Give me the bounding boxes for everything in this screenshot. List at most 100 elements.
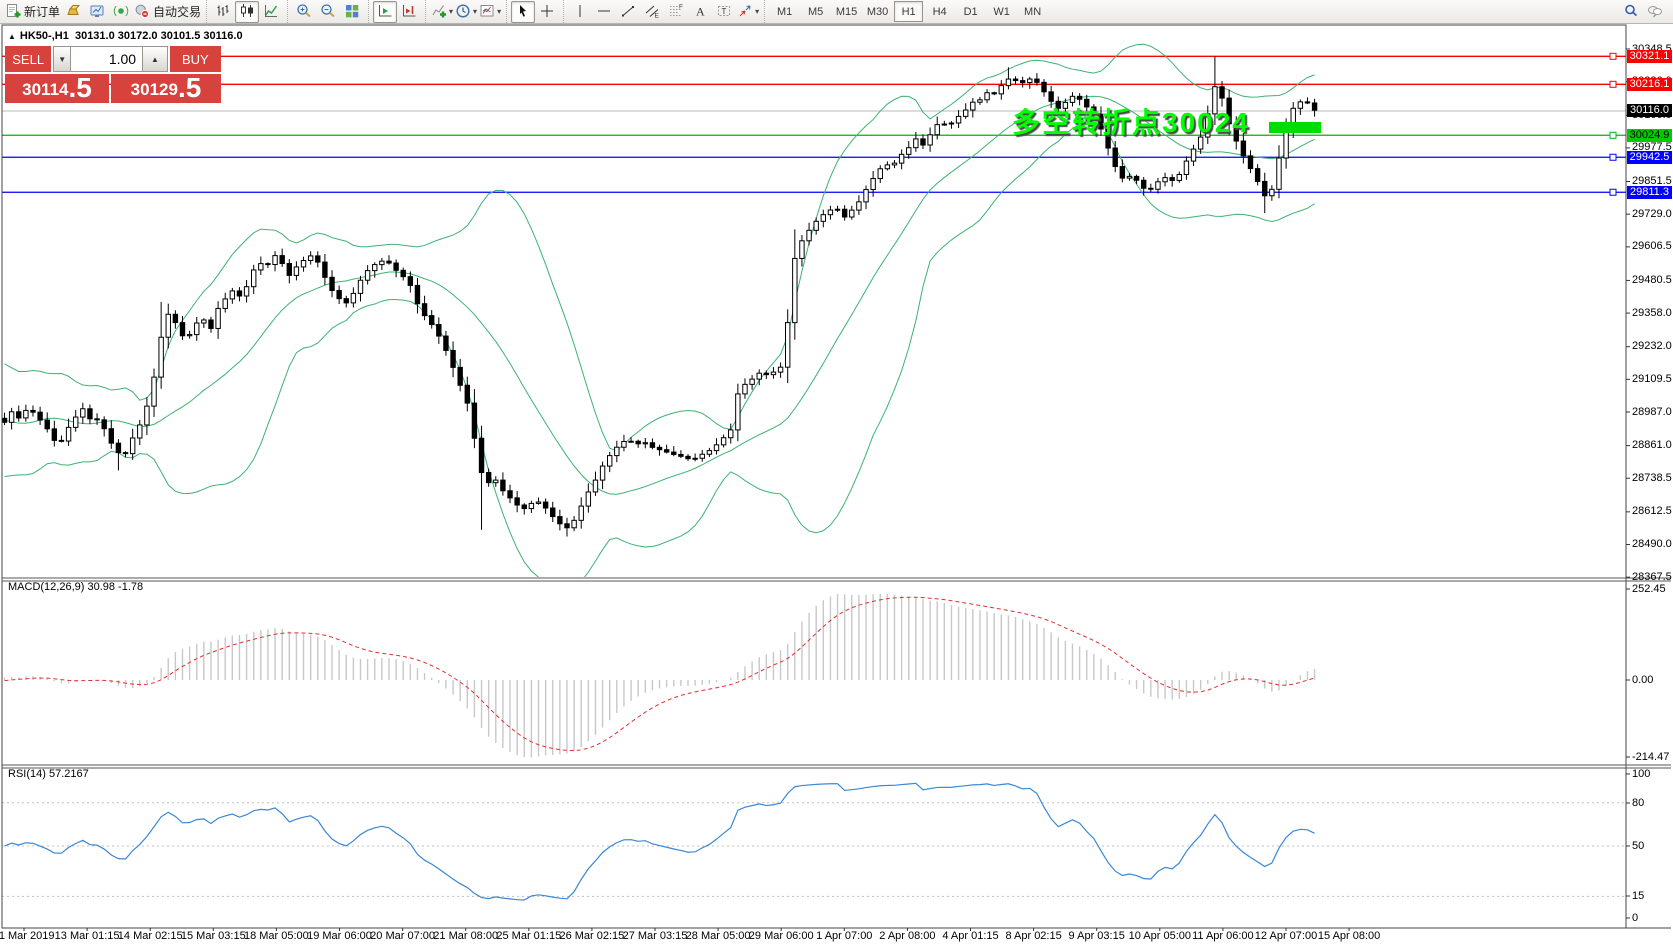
sell-price-button[interactable]: 30114.5	[5, 74, 109, 103]
price-level-badge[interactable]: 30024.9	[1627, 129, 1672, 142]
bars-icon	[215, 3, 231, 21]
chevron-down-icon: ▾	[497, 7, 501, 16]
time-axis-label: 21 Mar 08:00	[433, 930, 498, 942]
toolbar-button-label: 新订单	[24, 3, 60, 20]
timeframe-group: M1M5M15M30H1H4D1W1MN	[764, 0, 1052, 23]
buy-button[interactable]: BUY	[168, 46, 221, 72]
price-axis-tick: 29358.0	[1632, 307, 1672, 319]
fibo-icon: F	[668, 3, 684, 21]
shapes-icon	[737, 3, 753, 21]
toolbar-channel-button[interactable]: E	[640, 1, 664, 23]
toolbar-autotrading-button[interactable]: 自动交易	[133, 1, 202, 23]
time-axis-label: 15 Apr 08:00	[1318, 930, 1380, 942]
chat-icon	[1647, 3, 1663, 21]
toolbar-shapes-button[interactable]: ▾	[736, 1, 760, 23]
chart-canvas[interactable]	[0, 0, 1673, 944]
price-level-badge[interactable]: 30216.1	[1627, 78, 1672, 91]
chevron-down-icon: ▾	[473, 7, 477, 16]
volume-decrease-button[interactable]: ▼	[53, 46, 71, 72]
toolbar-signals-button[interactable]	[109, 1, 133, 23]
timeframe-m30-button[interactable]: M30	[863, 1, 892, 22]
toolbar-new-order-button[interactable]: 新订单	[4, 1, 61, 23]
macd-label: MACD(12,26,9) 30.98 -1.78	[8, 581, 143, 593]
price-axis-tick: 29109.5	[1632, 373, 1672, 385]
toolbar-fibo-button[interactable]: F	[664, 1, 688, 23]
time-axis-label: 18 Mar 05:00	[244, 930, 309, 942]
toolbar-label-button[interactable]: T	[712, 1, 736, 23]
templates-icon	[479, 3, 495, 21]
toolbar-shift-button[interactable]	[397, 1, 421, 23]
cursor-icon	[515, 3, 531, 21]
collapse-panel-icon[interactable]: ▲	[8, 32, 16, 41]
buy-price-frac: .5	[178, 74, 201, 102]
toolbar-zoom-out-button[interactable]	[316, 1, 340, 23]
shift-icon	[401, 3, 417, 21]
signals-icon	[113, 3, 129, 21]
toolbar-hline-button[interactable]	[592, 1, 616, 23]
time-axis-label: 28 Mar 05:00	[686, 930, 751, 942]
channel-icon: E	[644, 3, 660, 21]
timeframe-m15-button[interactable]: M15	[832, 1, 861, 22]
toolbar-autoscroll-button[interactable]	[373, 1, 397, 23]
toolbar-linechart-button[interactable]	[259, 1, 283, 23]
volume-input[interactable]	[71, 46, 143, 72]
toolbar-candles-button[interactable]	[235, 1, 259, 23]
buy-price-button[interactable]: 30129.5	[111, 74, 221, 103]
price-level-badge[interactable]: 30321.1	[1627, 50, 1672, 63]
toolbar-templates-button[interactable]: ▾	[478, 1, 502, 23]
toolbar-zoom-in-button[interactable]	[292, 1, 316, 23]
toolbar-chat-button[interactable]	[1643, 1, 1667, 23]
sell-price-main: 30114	[22, 78, 68, 102]
toolbar-group	[206, 0, 287, 23]
price-level-badge[interactable]: 29942.5	[1627, 151, 1672, 164]
toolbar-indicators-button[interactable]: ▾	[430, 1, 454, 23]
toolbar-tile-button[interactable]	[340, 1, 364, 23]
toolbar: 新订单 自动交易 ▾ ▾ ▾ E FA T ▾ M1M5M15M30H1H4D1W1MN	[0, 0, 1673, 24]
timeframe-m1-button[interactable]: M1	[770, 1, 799, 22]
timeframe-d1-button[interactable]: D1	[956, 1, 985, 22]
toolbar-terminal-button[interactable]	[85, 1, 109, 23]
time-axis-label: 2 Apr 08:00	[879, 930, 935, 942]
crosshair-icon	[539, 3, 555, 21]
symbol-name: HK50-,H1	[20, 30, 69, 42]
buy-price-main: 30129	[131, 78, 178, 102]
toolbar-trendline-button[interactable]	[616, 1, 640, 23]
toolbar-vline-button[interactable]	[568, 1, 592, 23]
price-axis-tick: 29606.5	[1632, 240, 1672, 252]
svg-text:E: E	[655, 12, 660, 19]
toolbar-group: E FA T ▾	[563, 0, 764, 23]
toolbar-text-button[interactable]: A	[688, 1, 712, 23]
toolbar-search-button[interactable]	[1619, 1, 1643, 23]
price-axis-tick: 28367.5	[1632, 571, 1672, 583]
svg-text:T: T	[722, 6, 727, 15]
time-axis-label: 12 Apr 07:00	[1255, 930, 1317, 942]
time-axis-label: 8 Apr 02:15	[1005, 930, 1061, 942]
toolbar-bars-button[interactable]	[211, 1, 235, 23]
toolbar-cursor-button[interactable]	[511, 1, 535, 23]
chevron-down-icon: ▾	[755, 7, 759, 16]
rsi-axis-tick: 0	[1632, 912, 1638, 924]
timeframe-h4-button[interactable]: H4	[925, 1, 954, 22]
price-axis-tick: 28612.5	[1632, 505, 1672, 517]
rsi-label: RSI(14) 57.2167	[8, 768, 89, 780]
macd-axis-tick: 252.45	[1632, 583, 1666, 595]
volume-increase-button[interactable]: ▲	[143, 46, 168, 72]
symbol-ohlc: 30131.0 30172.0 30101.5 30116.0	[75, 30, 243, 42]
annotation-highlight-marker	[1269, 122, 1321, 133]
timeframe-h1-button[interactable]: H1	[894, 1, 923, 22]
rsi-axis-tick: 80	[1632, 797, 1644, 809]
current-price-badge: 30116.0	[1627, 104, 1672, 117]
time-axis-label: 29 Mar 06:00	[749, 930, 814, 942]
chevron-down-icon: ▾	[449, 7, 453, 16]
timeframe-m5-button[interactable]: M5	[801, 1, 830, 22]
time-axis-label: 13 Mar 01:15	[55, 930, 120, 942]
toolbar-crosshair-button[interactable]	[535, 1, 559, 23]
autotrading-icon	[134, 3, 150, 21]
toolbar-periods-button[interactable]: ▾	[454, 1, 478, 23]
price-level-badge[interactable]: 29811.3	[1627, 186, 1672, 199]
toolbar-group	[506, 0, 563, 23]
sell-button[interactable]: SELL	[5, 46, 53, 72]
timeframe-mn-button[interactable]: MN	[1018, 1, 1047, 22]
timeframe-w1-button[interactable]: W1	[987, 1, 1016, 22]
toolbar-ingot-button[interactable]	[61, 1, 85, 23]
